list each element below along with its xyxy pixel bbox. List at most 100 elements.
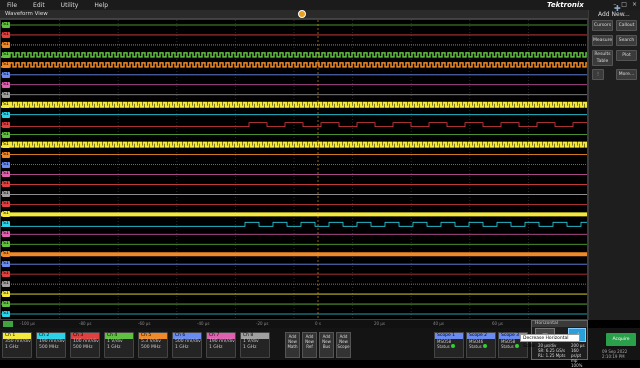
channel-bandwidth: 1 GHz (5, 345, 19, 350)
channel-badge[interactable]: Ch 81 V/div 1 GHz (240, 332, 270, 358)
trace-label[interactable]: S1 (2, 261, 10, 268)
more-button[interactable]: More... (616, 69, 637, 80)
trace-label[interactable]: S1 (2, 71, 10, 78)
scope-badge[interactable]: Scope 1 MSO58 Status (434, 332, 464, 358)
timeline-thumb[interactable] (3, 321, 13, 327)
waveform-trace (1, 101, 587, 108)
channel-badge[interactable]: Ch 5 5.3 V/div 500 MHz (138, 332, 168, 358)
channel-badge[interactable]: Ch 41 V/div 1 GHz (104, 332, 134, 358)
tooltip: Decrease Horizontal Scale (520, 334, 580, 349)
add-new-scope-button[interactable]: Add New Scope (336, 332, 351, 358)
scope-status: Status (469, 344, 482, 349)
trace-label[interactable]: S1 (2, 161, 10, 168)
trace-label[interactable]: S1 (2, 311, 10, 318)
channel-bandwidth: 1 GHz (243, 345, 257, 350)
channel-badge[interactable]: Ch 6 500 mV/div 1 GHz (172, 332, 202, 358)
trace-label[interactable]: S1 (2, 91, 10, 98)
search-button[interactable]: Search (616, 35, 637, 46)
channel-bandwidth: 500 MHz (73, 345, 93, 350)
trace-label[interactable]: S1 (2, 191, 10, 198)
status-indicator-icon (515, 344, 520, 348)
trace-label[interactable]: S1 (2, 21, 10, 28)
time-tick-label: -80 μs (79, 321, 92, 326)
trace-label[interactable]: S1 (2, 131, 10, 138)
point-spacing: 160 ps/pt (571, 348, 582, 358)
scope-badge[interactable]: Scope 2 MSO46 Status (466, 332, 496, 358)
menu-file[interactable]: File (0, 2, 26, 9)
channel-bandwidth: 1 GHz (107, 345, 121, 350)
trace-label[interactable]: S1 (2, 171, 10, 178)
new-button-line3: Scope (337, 344, 350, 349)
time-tick-label: -100 μs (20, 321, 35, 326)
brand-logo: Tektronix (547, 1, 584, 9)
trace-label[interactable]: S1 (2, 201, 10, 208)
channel-bandwidth: 500 MHz (141, 345, 161, 350)
add-new-bus-button[interactable]: Add New Bus (319, 332, 334, 358)
menu-bar: File Edit Utility Help (0, 0, 640, 10)
channel-bandwidth: 1 GHz (175, 345, 189, 350)
trace-label[interactable]: S1 (2, 231, 10, 238)
trace-label[interactable]: S1 (2, 251, 10, 258)
time-tick-label: 40 μs (433, 321, 444, 326)
trace-label[interactable]: S1 (2, 121, 10, 128)
trace-label[interactable]: S1 (2, 301, 10, 308)
acquire-button[interactable]: Acquire (606, 333, 636, 346)
plot-button[interactable]: Plot (616, 50, 637, 61)
maximize-icon[interactable]: □ (621, 1, 627, 8)
time-tick-label: 0 s (315, 321, 321, 326)
trace-label[interactable]: S1 (2, 31, 10, 38)
waveform-view-title: Waveform View (5, 11, 48, 17)
status-indicator-icon (451, 344, 456, 348)
scope-status: Status (501, 344, 514, 349)
menu-utility[interactable]: Utility (54, 2, 88, 9)
trace-label[interactable]: S1 (2, 291, 10, 298)
waveform-canvas (1, 20, 587, 319)
trace-label[interactable]: S1 (2, 101, 10, 108)
date-time: 09 Sep 2022 2:10:19 PM (602, 349, 627, 359)
callout-button[interactable]: Callout (616, 20, 637, 31)
trace-label[interactable]: S1 (2, 281, 10, 288)
new-button-line3: Ref (306, 344, 313, 349)
trace-label[interactable]: S1 (2, 61, 10, 68)
trace-label[interactable]: S1 (2, 151, 10, 158)
waveform-trace (1, 141, 587, 148)
trace-label[interactable]: S1 (2, 271, 10, 278)
channel-badge[interactable]: Ch 7 190 mV/div 1 GHz (206, 332, 236, 358)
results-table-button[interactable]: Results Table (592, 50, 613, 66)
trace-label[interactable]: S1 (2, 181, 10, 188)
trace-label[interactable]: S1 (2, 111, 10, 118)
trace-label[interactable]: S1 (2, 211, 10, 218)
close-icon[interactable]: × (632, 1, 637, 8)
trace-label[interactable]: S1 (2, 81, 10, 88)
waveform-view-header: Waveform View (0, 10, 588, 19)
waveform-display[interactable]: S1 S1 S1 S1 S1 S1 S1 S1 S1 S1 S1 S1 S1 S1 S1 S1 S1 S1 S1 S1… (0, 19, 588, 320)
trace-label[interactable]: S1 (2, 41, 10, 48)
waveform-trace (1, 122, 587, 128)
new-button-line3: Bus (322, 344, 331, 349)
menu-help[interactable]: Help (87, 2, 117, 9)
measure-button[interactable]: Measure (592, 35, 613, 46)
channel-badge[interactable]: Ch 3 100 mV/div 500 MHz (70, 332, 100, 358)
channel-badge[interactable]: Ch 2 190 mV/div 500 MHz (36, 332, 66, 358)
trace-label[interactable]: S1 (2, 241, 10, 248)
channel-bandwidth: 500 MHz (39, 345, 59, 350)
time-tick-label: -60 μs (138, 321, 151, 326)
more-icon[interactable]: ⋮ (592, 69, 604, 80)
add-new-ref-button[interactable]: Add New Ref (302, 332, 317, 358)
new-button-line3: Math (287, 344, 298, 349)
trace-label[interactable]: S1 (2, 141, 10, 148)
cursors-button[interactable]: Cursors (592, 20, 613, 31)
status-indicator-icon (483, 344, 488, 348)
menu-edit[interactable]: Edit (26, 2, 54, 9)
horizontal-title: Horizontal (532, 321, 587, 327)
trigger-position-marker[interactable] (298, 10, 306, 18)
channel-badge[interactable]: Ch 1 350 mV/div 1 GHz (2, 332, 32, 358)
add-new-math-button[interactable]: Add New Math (285, 332, 300, 358)
scope-status: Status (437, 344, 450, 349)
channel-bandwidth: 1 GHz (209, 345, 223, 350)
waveform-trace (1, 62, 587, 68)
time-tick-label: 60 μs (492, 321, 503, 326)
trace-label[interactable]: S1 (2, 51, 10, 58)
time-tick-label: -20 μs (256, 321, 269, 326)
trace-label[interactable]: S1 (2, 221, 10, 228)
